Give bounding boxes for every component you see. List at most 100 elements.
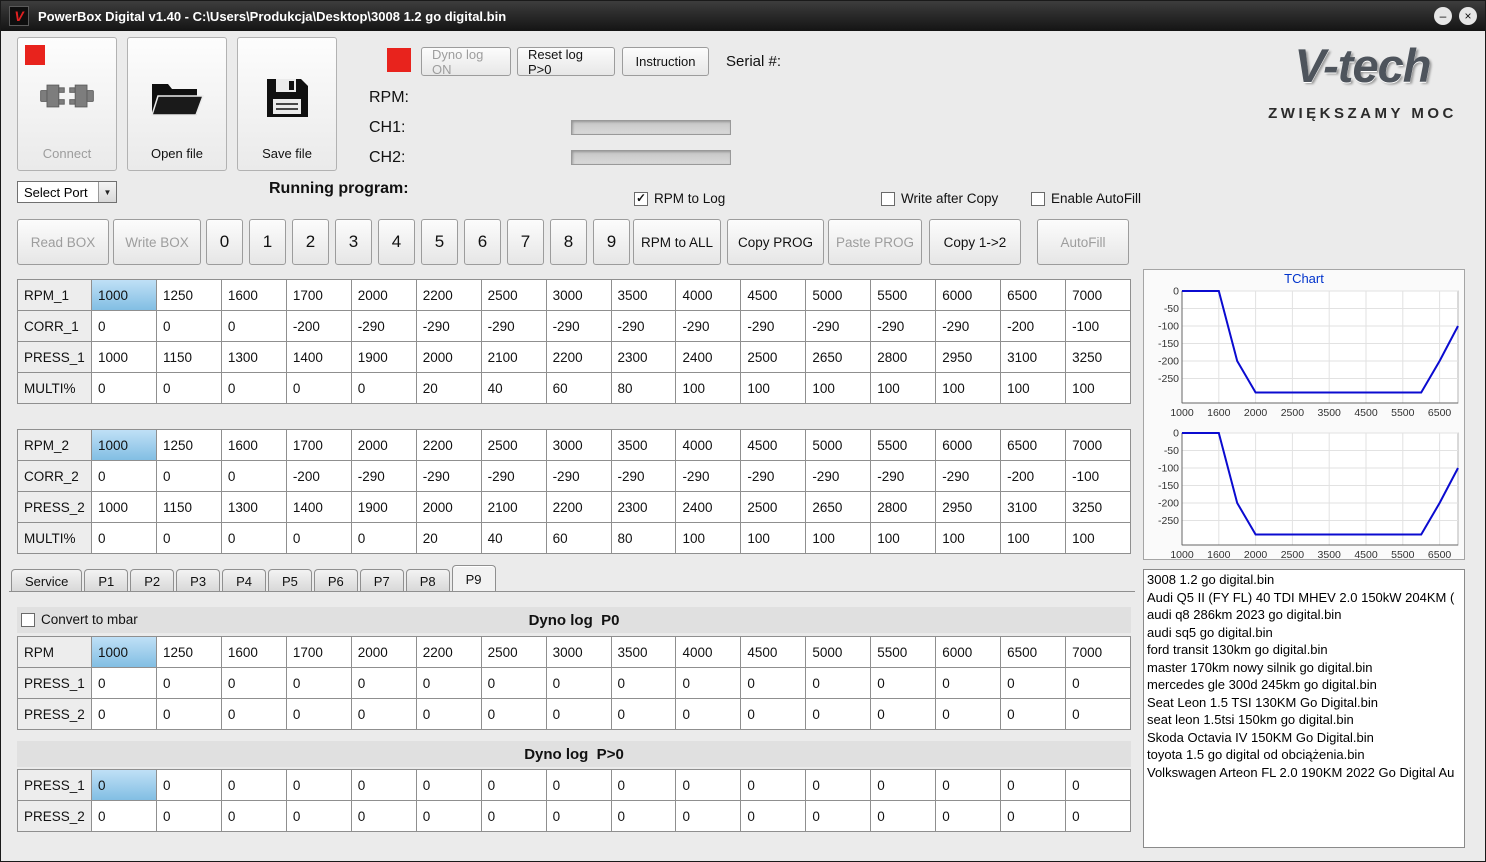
cell-press-1-5[interactable]: 2000: [416, 342, 482, 373]
cell-rpm-1-15[interactable]: 7000: [1066, 280, 1131, 311]
copy-prog-button[interactable]: Copy PROG: [727, 219, 824, 265]
cell-press-1-8[interactable]: 0: [611, 668, 677, 699]
digit-button-3[interactable]: 3: [335, 219, 372, 265]
cell-corr-2-1[interactable]: 0: [156, 461, 222, 492]
cell-press-2-3[interactable]: 0: [286, 801, 352, 832]
cell-rpm-2-10[interactable]: 4500: [741, 430, 807, 461]
cell-corr-2-13[interactable]: -290: [936, 461, 1002, 492]
cell-corr-2-6[interactable]: -290: [481, 461, 547, 492]
cell-press-2-15[interactable]: 0: [1066, 801, 1131, 832]
write-after-copy-checkbox[interactable]: Write after Copy: [881, 191, 998, 206]
cell-press-2-9[interactable]: 2400: [676, 492, 742, 523]
cell-press-1-8[interactable]: 2300: [611, 342, 677, 373]
cell-press-1-13[interactable]: 2950: [936, 342, 1002, 373]
cell-press-1-3[interactable]: 0: [286, 668, 352, 699]
cell-press-1-4[interactable]: 0: [351, 668, 417, 699]
cell-rpm-2-9[interactable]: 4000: [676, 430, 742, 461]
cell-press-2-15[interactable]: 0: [1066, 699, 1131, 730]
file-item[interactable]: Skoda Octavia IV 150KM Go Digital.bin: [1144, 729, 1464, 747]
cell-multi-9[interactable]: 100: [676, 523, 742, 554]
cell-multi-7[interactable]: 60: [546, 373, 612, 404]
cell-press-1-14[interactable]: 3100: [1001, 342, 1067, 373]
convert-to-mbar-checkbox[interactable]: Convert to mbar: [21, 612, 138, 627]
cell-press-1-8[interactable]: 0: [611, 770, 677, 801]
cell-corr-2-3[interactable]: -200: [286, 461, 352, 492]
cell-press-2-7[interactable]: 2200: [546, 492, 612, 523]
cell-press-1-1[interactable]: 1150: [156, 342, 222, 373]
cell-multi-9[interactable]: 100: [676, 373, 742, 404]
tab-p2[interactable]: P2: [130, 569, 175, 592]
cell-rpm-2-13[interactable]: 6000: [936, 430, 1002, 461]
cell-rpm-15[interactable]: 7000: [1066, 637, 1131, 668]
cell-multi-0[interactable]: 0: [92, 373, 157, 404]
cell-press-1-4[interactable]: 0: [351, 770, 417, 801]
cell-multi-6[interactable]: 40: [481, 523, 547, 554]
cell-corr-1-11[interactable]: -290: [806, 311, 872, 342]
cell-press-2-11[interactable]: 2650: [806, 492, 872, 523]
cell-multi-3[interactable]: 0: [286, 523, 352, 554]
cell-press-1-11[interactable]: 0: [806, 770, 872, 801]
cell-multi-13[interactable]: 100: [936, 373, 1002, 404]
cell-press-1-11[interactable]: 2650: [806, 342, 872, 373]
convert-to-mbar-box[interactable]: [21, 612, 35, 627]
digit-button-2[interactable]: 2: [292, 219, 329, 265]
cell-press-2-1[interactable]: 0: [156, 699, 222, 730]
file-item[interactable]: mercedes gle 300d 245km go digital.bin: [1144, 676, 1464, 694]
cell-multi-2[interactable]: 0: [221, 373, 287, 404]
cell-rpm-1-3[interactable]: 1700: [286, 280, 352, 311]
cell-corr-2-5[interactable]: -290: [416, 461, 482, 492]
cell-rpm-1-13[interactable]: 6000: [936, 280, 1002, 311]
cell-press-1-9[interactable]: 2400: [676, 342, 742, 373]
cell-press-1-6[interactable]: 0: [481, 770, 547, 801]
file-item[interactable]: audi q8 286km 2023 go digital.bin: [1144, 606, 1464, 624]
cell-press-1-14[interactable]: 0: [1001, 668, 1067, 699]
cell-press-1-4[interactable]: 1900: [351, 342, 417, 373]
cell-rpm-1-5[interactable]: 2200: [416, 280, 482, 311]
cell-corr-1-2[interactable]: 0: [221, 311, 287, 342]
cell-press-1-7[interactable]: 0: [546, 770, 612, 801]
cell-rpm-2-4[interactable]: 2000: [351, 430, 417, 461]
cell-corr-1-5[interactable]: -290: [416, 311, 482, 342]
cell-multi-4[interactable]: 0: [351, 523, 417, 554]
cell-press-1-0[interactable]: 1000: [92, 342, 157, 373]
cell-press-1-12[interactable]: 0: [871, 668, 937, 699]
minimize-button[interactable]: –: [1434, 7, 1452, 25]
digit-button-4[interactable]: 4: [378, 219, 415, 265]
cell-press-1-13[interactable]: 0: [936, 668, 1002, 699]
cell-rpm-1-7[interactable]: 3000: [546, 280, 612, 311]
cell-press-1-9[interactable]: 0: [676, 770, 742, 801]
cell-corr-1-1[interactable]: 0: [156, 311, 222, 342]
cell-press-2-9[interactable]: 0: [676, 699, 742, 730]
cell-press-2-2[interactable]: 0: [221, 801, 287, 832]
cell-rpm-13[interactable]: 6000: [936, 637, 1002, 668]
cell-rpm-3[interactable]: 1700: [286, 637, 352, 668]
cell-corr-2-15[interactable]: -100: [1066, 461, 1131, 492]
cell-corr-1-13[interactable]: -290: [936, 311, 1002, 342]
cell-multi-12[interactable]: 100: [871, 523, 937, 554]
cell-multi-15[interactable]: 100: [1066, 373, 1131, 404]
cell-press-2-4[interactable]: 0: [351, 699, 417, 730]
cell-corr-2-7[interactable]: -290: [546, 461, 612, 492]
open-file-button[interactable]: Open file: [127, 37, 227, 171]
digit-button-9[interactable]: 9: [593, 219, 630, 265]
cell-rpm-1-2[interactable]: 1600: [221, 280, 287, 311]
cell-corr-2-2[interactable]: 0: [221, 461, 287, 492]
write-after-copy-box[interactable]: [881, 191, 895, 206]
cell-rpm-2-15[interactable]: 7000: [1066, 430, 1131, 461]
cell-corr-2-0[interactable]: 0: [92, 461, 157, 492]
cell-rpm-10[interactable]: 4500: [741, 637, 807, 668]
cell-corr-2-10[interactable]: -290: [741, 461, 807, 492]
cell-corr-1-10[interactable]: -290: [741, 311, 807, 342]
cell-press-1-10[interactable]: 0: [741, 668, 807, 699]
cell-rpm-1-11[interactable]: 5000: [806, 280, 872, 311]
cell-rpm-2-7[interactable]: 3000: [546, 430, 612, 461]
tab-p9[interactable]: P9: [451, 565, 496, 592]
cell-rpm-2-14[interactable]: 6500: [1001, 430, 1067, 461]
cell-press-2-5[interactable]: 0: [416, 699, 482, 730]
cell-press-1-10[interactable]: 2500: [741, 342, 807, 373]
cell-press-2-12[interactable]: 2800: [871, 492, 937, 523]
cell-corr-1-6[interactable]: -290: [481, 311, 547, 342]
cell-press-1-12[interactable]: 2800: [871, 342, 937, 373]
instruction-button[interactable]: Instruction: [622, 47, 709, 76]
cell-multi-11[interactable]: 100: [806, 523, 872, 554]
